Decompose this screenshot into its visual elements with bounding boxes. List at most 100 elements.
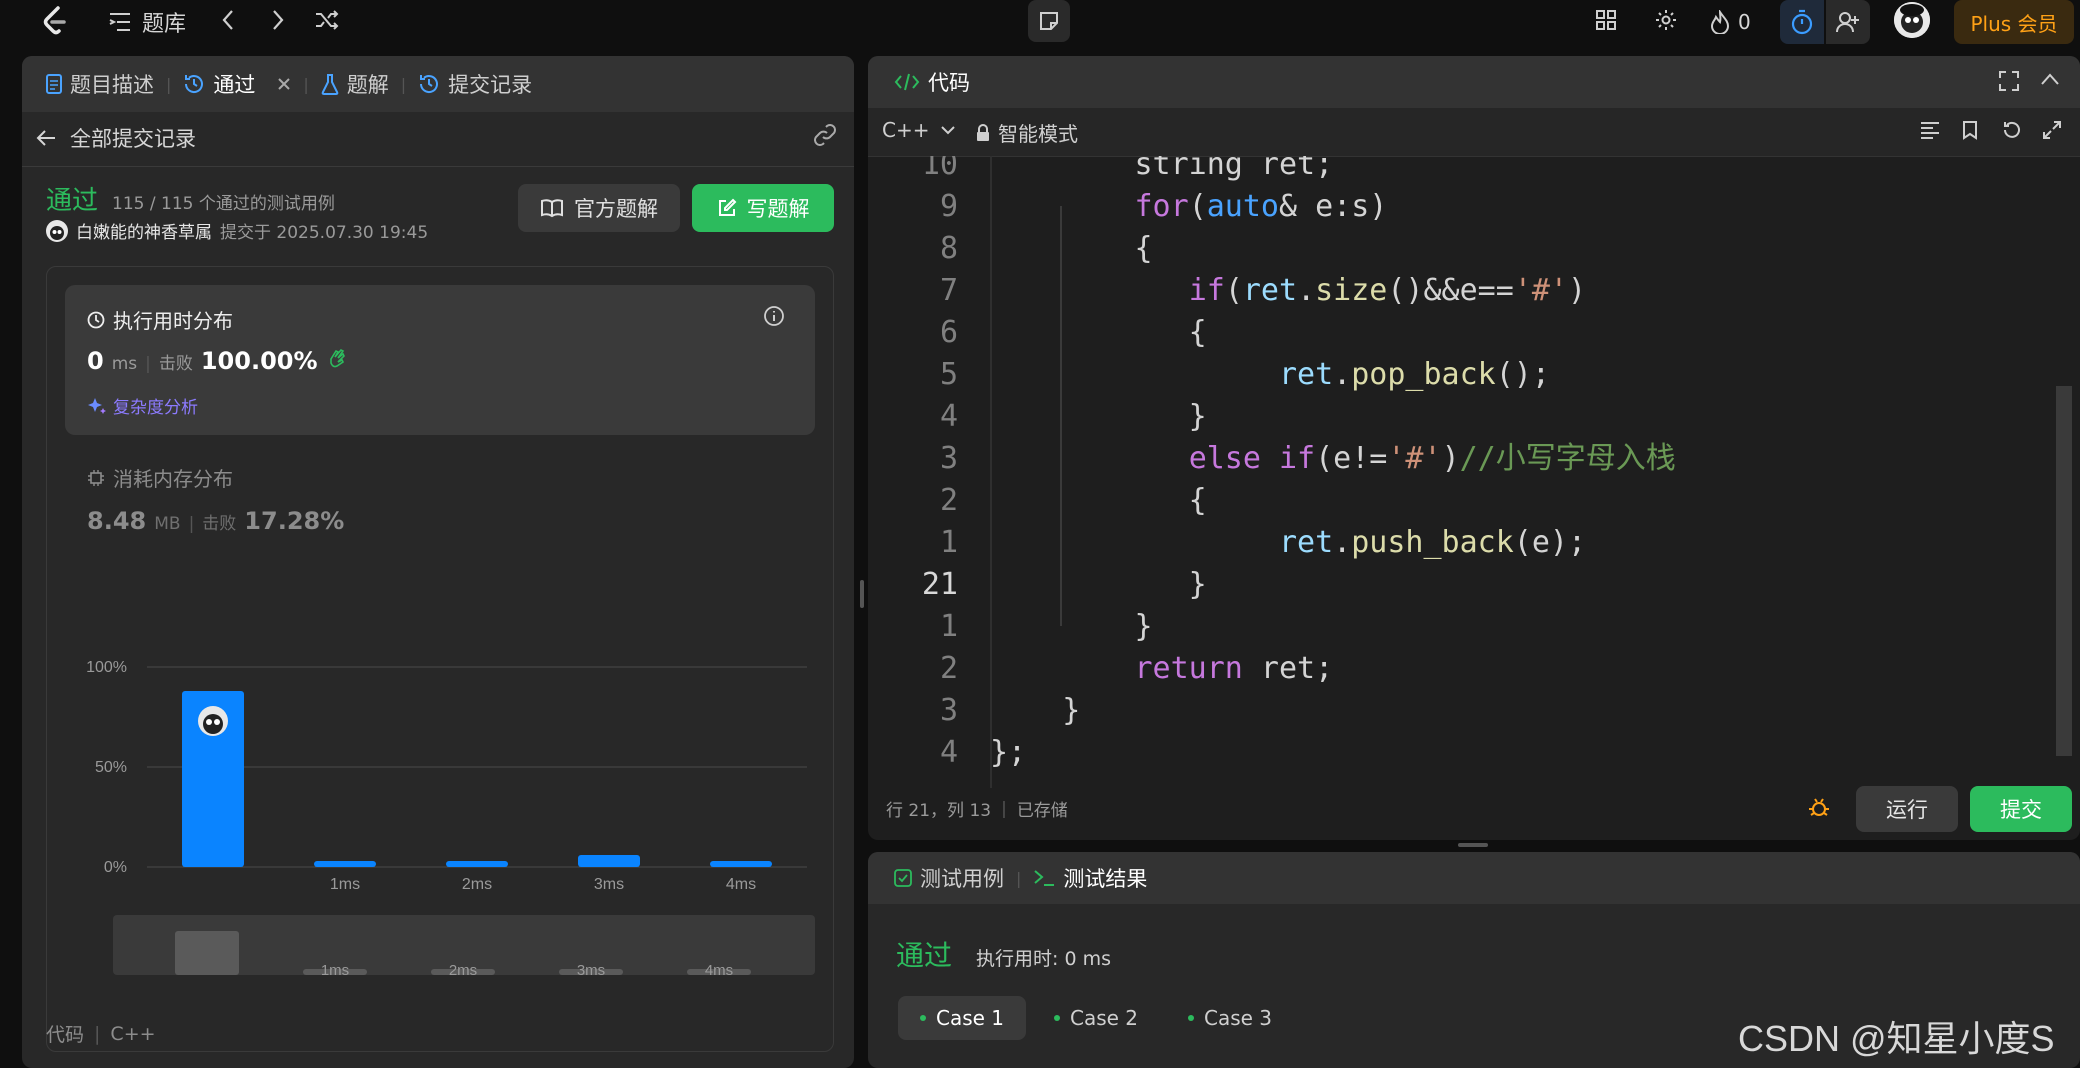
memory-unit: MB <box>154 514 181 534</box>
fire-icon <box>1710 10 1730 34</box>
runtime-card[interactable]: 执行用时分布 0 ms | 击败 100.00% 复杂度分析 <box>65 285 815 435</box>
tab-test-result[interactable]: 测试结果 <box>1021 863 1159 893</box>
language-select[interactable]: C++ <box>882 118 956 142</box>
memory-value: 8.48 <box>87 507 147 535</box>
format-icon[interactable] <box>1920 121 1940 139</box>
official-solution-button[interactable]: 官方题解 <box>518 184 680 232</box>
code-section-label: 代码 <box>46 1024 85 1046</box>
status-accepted: 通过 <box>46 186 99 216</box>
close-tab-icon[interactable] <box>277 77 291 91</box>
bar <box>446 861 508 867</box>
panel-resize-handle[interactable] <box>860 580 864 608</box>
pass-dot <box>920 1015 926 1021</box>
runtime-value: 0 <box>87 347 104 375</box>
plus-membership-button[interactable]: Plus 会员 <box>1954 0 2074 44</box>
submit-button[interactable]: 提交 <box>1970 786 2072 832</box>
case-tab-2[interactable]: Case 2 <box>1032 996 1160 1040</box>
clap-icon <box>326 347 348 369</box>
left-tab-bar: 题目描述 | 通过 | 题解 | 提交记录 <box>22 56 854 112</box>
value-divider: | <box>94 1022 101 1045</box>
submitter-name[interactable]: 白嫩能的神香草属 <box>76 218 212 243</box>
tab-solutions[interactable]: 题解 <box>309 69 401 99</box>
tab-description-label: 题目描述 <box>70 73 154 97</box>
my-submission-avatar-icon <box>198 706 228 736</box>
code-line: else if(e!='#')//小写字母入栈 <box>1188 441 1676 476</box>
line-number: 4 <box>939 735 958 770</box>
edit-icon <box>717 198 737 218</box>
panel-resize-handle[interactable] <box>1458 843 1488 847</box>
x-tick-label: 2ms <box>462 876 492 893</box>
code-line: string ret; <box>1134 156 1334 182</box>
code-line: ret.push_back(e); <box>1278 525 1587 560</box>
streak-button[interactable]: 0 <box>1710 4 1751 40</box>
user-avatar[interactable] <box>1894 2 1930 38</box>
overview-bar <box>175 931 239 975</box>
layout-grid-icon[interactable] <box>1586 0 1626 40</box>
tab-test-cases[interactable]: 测试用例 <box>882 863 1016 893</box>
complexity-analysis-link[interactable]: 复杂度分析 <box>87 393 198 418</box>
run-button[interactable]: 运行 <box>1856 786 1958 832</box>
code-editor[interactable]: 10 string ret; 9 for(auto& e:s) 8 {7 if(re… <box>868 156 2058 788</box>
settings-gear-icon[interactable] <box>1646 0 1686 40</box>
history-icon <box>183 73 205 95</box>
case-tab-1[interactable]: Case 1 <box>898 996 1027 1040</box>
bar <box>710 861 772 867</box>
prev-problem-icon[interactable] <box>208 0 248 40</box>
flask-icon <box>321 73 339 95</box>
line-number: 2 <box>939 651 958 686</box>
memory-title-row[interactable]: 消耗内存分布 <box>87 463 233 492</box>
info-icon[interactable] <box>763 305 785 327</box>
tab-accepted[interactable]: 通过 <box>171 69 303 99</box>
back-to-submissions[interactable]: 全部提交记录 <box>36 120 196 156</box>
chart-range-slider[interactable]: 1ms 2ms 3ms 4ms <box>113 915 815 975</box>
memory-beats-label: 击败 <box>202 514 237 534</box>
debug-bug-icon[interactable] <box>1806 794 1832 820</box>
tab-description[interactable]: 题目描述 <box>34 69 166 99</box>
editor-scrollbar[interactable] <box>2056 386 2072 756</box>
problem-bank-button[interactable]: 题库 <box>108 6 186 38</box>
runtime-beats-value: 100.00% <box>200 347 318 375</box>
line-number: 3 <box>939 693 958 728</box>
shuffle-icon[interactable] <box>307 0 347 40</box>
overview-tick-label: 4ms <box>705 962 733 975</box>
collapse-chevron-up-icon[interactable] <box>2040 72 2060 86</box>
line-number: 4 <box>939 399 958 434</box>
timer-icon[interactable] <box>1780 0 1824 44</box>
code-brackets-icon <box>894 72 920 92</box>
submitter-avatar[interactable] <box>46 219 68 242</box>
smart-mode-toggle[interactable]: 智能模式 <box>976 118 1078 147</box>
write-solution-label: 写题解 <box>746 197 810 221</box>
reset-code-icon[interactable] <box>2002 120 2022 140</box>
code-line: { <box>990 231 1153 266</box>
line-number: 7 <box>939 273 958 308</box>
add-friend-icon[interactable] <box>1826 0 1870 44</box>
left-panel: 题目描述 | 通过 | 题解 | 提交记录 全部提交记录 通过 115 / 11… <box>22 56 854 1068</box>
case-tab-3[interactable]: Case 3 <box>1166 996 1294 1040</box>
case-label: Case 3 <box>1204 1006 1273 1030</box>
line-number: 1 <box>939 609 958 644</box>
x-tick-label: 3ms <box>594 876 624 893</box>
chevron-down-icon <box>941 125 956 135</box>
runtime-title-row: 执行用时分布 <box>87 305 233 334</box>
x-tick-label: 4ms <box>726 876 756 893</box>
expand-editor-icon[interactable] <box>2042 120 2062 140</box>
line-number: 21 <box>921 567 958 602</box>
note-icon[interactable] <box>1028 0 1070 42</box>
tab-code[interactable]: 代码 <box>882 67 982 97</box>
tab-submissions-label: 提交记录 <box>448 73 533 97</box>
tab-submissions[interactable]: 提交记录 <box>406 69 544 99</box>
runtime-value-row: 0 ms | 击败 100.00% <box>87 347 348 375</box>
case-label: Case 2 <box>1070 1006 1139 1030</box>
bookmark-icon[interactable] <box>1962 120 1978 140</box>
line-number: 2 <box>939 483 958 518</box>
write-solution-button[interactable]: 写题解 <box>692 184 834 232</box>
share-link-icon[interactable] <box>812 122 838 148</box>
y-tick-label: 100% <box>86 659 127 676</box>
result-status-row: 通过 执行用时: 0 ms <box>896 934 1111 974</box>
leetcode-logo-icon[interactable] <box>38 4 72 38</box>
next-problem-icon[interactable] <box>258 0 298 40</box>
fullscreen-icon[interactable] <box>1998 70 2020 92</box>
code-line: } <box>990 693 1081 728</box>
editor-status: 行 21，列 13 | 已存储 <box>886 796 1068 822</box>
case-label: Case 1 <box>936 1006 1005 1030</box>
